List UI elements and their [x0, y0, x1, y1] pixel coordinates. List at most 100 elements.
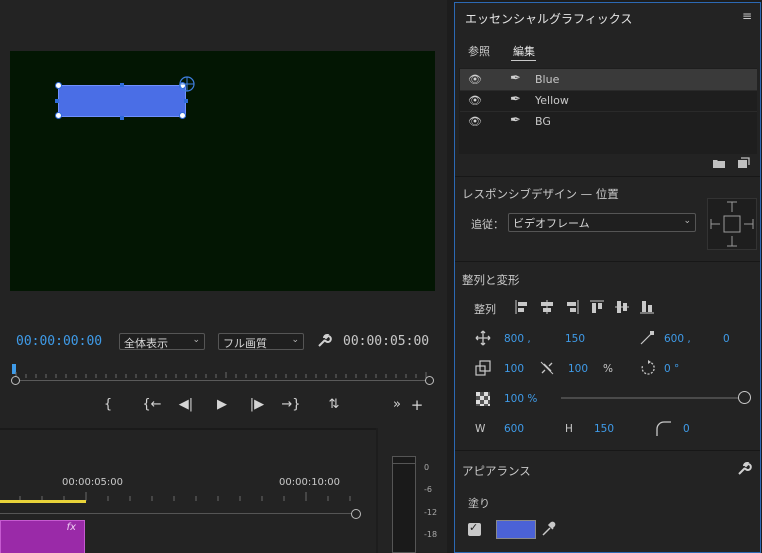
out-point-handle[interactable] — [425, 376, 434, 385]
opacity-value[interactable]: 100 % — [504, 393, 537, 405]
play-button[interactable]: ▶ — [212, 397, 232, 412]
align-center-vertical-icon[interactable] — [614, 299, 630, 315]
rotation-icon — [641, 360, 655, 375]
layer-row-bg[interactable]: 👁 ✒ BG — [460, 111, 757, 132]
tab-browse[interactable]: 参照 — [468, 43, 490, 59]
scrub-bar[interactable] — [16, 380, 429, 381]
follow-label: 追従： — [471, 218, 504, 231]
unlink-chain-icon[interactable] — [539, 360, 555, 376]
chevron-down-icon: ⌄ — [291, 335, 299, 345]
align-top-icon[interactable] — [589, 299, 605, 315]
align-center-horizontal-icon[interactable] — [539, 299, 555, 315]
quality-dropdown[interactable]: フル画質 ⌄ — [218, 333, 304, 350]
blue-rectangle-shape[interactable] — [58, 85, 186, 117]
eye-visibility-icon[interactable]: 👁 — [468, 94, 482, 107]
scale-icon — [475, 360, 491, 376]
height-value[interactable]: 150 — [594, 423, 614, 435]
zoom-dropdown[interactable]: 全体表示 ⌄ — [119, 333, 205, 350]
ruler-label: 00:00:05:00 — [62, 477, 124, 488]
resize-handle-top-left[interactable] — [55, 82, 62, 89]
fill-checkbox[interactable]: ✓ — [468, 521, 481, 536]
add-button[interactable]: + — [407, 396, 427, 414]
step-back-button[interactable]: ◀| — [176, 397, 196, 412]
new-layer-icon[interactable] — [736, 157, 750, 169]
anchor-y-value[interactable]: 0 — [723, 333, 730, 345]
wrench-settings-icon[interactable] — [736, 461, 752, 477]
resize-handle-bottom[interactable] — [120, 116, 124, 120]
resize-handle-bottom-right[interactable] — [179, 112, 186, 119]
position-x-value[interactable]: 800 , — [504, 333, 531, 345]
scale-height-value[interactable]: 100 — [568, 363, 588, 375]
resize-handle-bottom-left[interactable] — [55, 112, 62, 119]
align-left-icon[interactable] — [514, 299, 530, 315]
appearance-title: アピアランス — [462, 464, 531, 478]
pen-tool-icon: ✒ — [510, 71, 521, 86]
essential-graphics-panel: エッセンシャルグラフィックス ≡ 参照 編集 👁 ✒ Blue 👁 ✒ Yell… — [454, 2, 761, 553]
pen-tool-icon: ✒ — [510, 113, 521, 128]
fill-color-swatch[interactable] — [496, 520, 536, 539]
layer-row-blue[interactable]: 👁 ✒ Blue — [460, 69, 757, 90]
resize-handle-right[interactable] — [184, 99, 188, 103]
eye-visibility-icon[interactable]: 👁 — [468, 115, 482, 128]
audio-meter-panel: 0 -6 -12 -18 — [378, 428, 447, 553]
section-divider — [455, 450, 760, 451]
align-transform-title: 整列と変形 — [462, 273, 520, 287]
pin-edges-widget-icon[interactable] — [707, 198, 757, 250]
position-y-value[interactable]: 150 — [565, 333, 585, 345]
eye-visibility-icon[interactable]: 👁 — [468, 73, 482, 86]
position-move-icon — [475, 330, 491, 346]
timeline-panel: 00:00:05:00 00:00:10:00 fx — [0, 428, 376, 553]
zoom-handle[interactable] — [351, 509, 361, 519]
width-label: W — [475, 423, 486, 435]
scrub-ticks — [15, 372, 427, 378]
opacity-slider-track[interactable] — [561, 397, 741, 399]
anchor-x-value[interactable]: 600 , — [664, 333, 691, 345]
layer-row-yellow[interactable]: 👁 ✒ Yellow — [460, 90, 757, 111]
rotation-value[interactable]: 0 ° — [664, 363, 679, 375]
video-canvas[interactable] — [10, 51, 435, 291]
follow-dropdown[interactable]: ビデオフレーム ⌄ — [508, 213, 696, 232]
pen-tool-icon: ✒ — [510, 92, 521, 107]
align-right-icon[interactable] — [564, 299, 580, 315]
current-timecode[interactable]: 00:00:00:00 — [16, 334, 102, 349]
chevron-down-icon: ⌄ — [683, 216, 691, 226]
fill-label: 塗り — [468, 497, 490, 510]
align-label: 整列 — [474, 303, 496, 316]
resize-handle-top[interactable] — [120, 83, 124, 87]
eyedropper-icon[interactable] — [541, 521, 557, 537]
anchor-point-icon[interactable] — [178, 75, 196, 93]
section-divider — [455, 176, 760, 177]
clip-fx-badge: fx — [66, 522, 76, 533]
opacity-slider-thumb[interactable] — [738, 391, 751, 404]
new-group-folder-icon[interactable] — [712, 157, 726, 169]
export-frame-button[interactable]: ⇅ — [324, 397, 344, 412]
width-value[interactable]: 600 — [504, 423, 524, 435]
scale-unit-label: % — [603, 363, 613, 375]
corner-radius-value[interactable]: 0 — [683, 423, 690, 435]
checkmark-icon: ✓ — [469, 521, 479, 534]
step-forward-button[interactable]: |▶ — [247, 397, 267, 412]
follow-dropdown-value: ビデオフレーム — [513, 217, 590, 230]
chevron-down-icon: ⌄ — [192, 335, 200, 345]
panel-title: エッセンシャルグラフィックス — [465, 12, 633, 26]
mark-in-button[interactable]: { — [98, 397, 118, 412]
tab-edit[interactable]: 編集 — [513, 43, 535, 59]
graphic-clip[interactable]: fx — [0, 520, 85, 553]
scale-width-value[interactable]: 100 — [504, 363, 524, 375]
meter-scale-label: -18 — [424, 530, 438, 539]
layer-label: Yellow — [535, 94, 569, 107]
layer-label: BG — [535, 115, 551, 128]
panel-menu-icon[interactable]: ≡ — [742, 9, 752, 23]
in-point-handle[interactable] — [11, 376, 20, 385]
go-to-in-button[interactable]: {← — [142, 397, 162, 412]
zoom-dropdown-value: 全体表示 — [124, 337, 168, 350]
resize-handle-left[interactable] — [55, 99, 59, 103]
layer-label: Blue — [535, 73, 560, 86]
work-area-bar[interactable] — [0, 500, 86, 503]
align-bottom-icon[interactable] — [639, 299, 655, 315]
track-zoom-bar[interactable] — [0, 513, 356, 514]
more-controls-button[interactable]: » — [387, 397, 407, 412]
go-to-out-button[interactable]: →} — [281, 397, 301, 412]
meter-scale-label: -12 — [424, 508, 438, 517]
wrench-settings-icon[interactable] — [316, 333, 332, 349]
